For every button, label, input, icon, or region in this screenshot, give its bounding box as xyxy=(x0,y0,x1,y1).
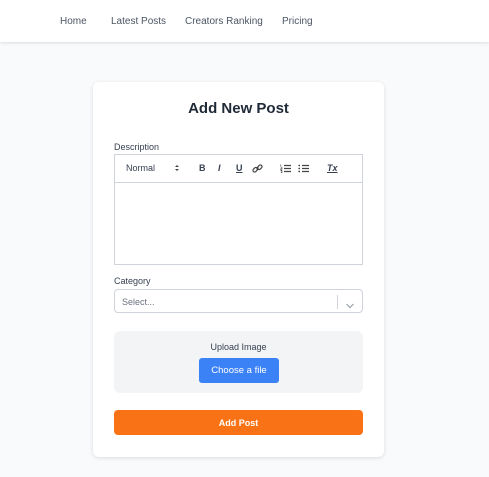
heading-select-value: Normal xyxy=(126,163,156,173)
heading-select[interactable]: Normal xyxy=(126,163,155,173)
upload-image-section: Upload Image Choose a file xyxy=(114,331,363,393)
link-icon xyxy=(252,164,263,173)
heading-select-arrows-icon xyxy=(174,163,180,173)
editor-toolbar: Normal B I U Tx xyxy=(115,155,362,183)
category-select[interactable]: Select... xyxy=(114,289,363,313)
nav-link-latest-posts[interactable]: Latest Posts xyxy=(111,16,166,27)
choose-file-button[interactable]: Choose a file xyxy=(199,358,279,383)
add-post-card xyxy=(93,82,384,457)
clear-format-icon: Tx xyxy=(327,163,338,173)
select-separator xyxy=(337,295,338,309)
description-textarea[interactable] xyxy=(115,183,362,265)
category-select-placeholder: Select... xyxy=(122,297,155,307)
upload-image-label: Upload Image xyxy=(210,342,267,352)
nav-link-pricing[interactable]: Pricing xyxy=(282,16,313,27)
category-label: Category xyxy=(114,276,151,286)
description-label: Description xyxy=(114,142,160,152)
underline-button[interactable]: U xyxy=(236,163,243,173)
ordered-list-icon xyxy=(280,164,291,173)
underline-icon: U xyxy=(236,163,243,173)
bold-button[interactable]: B xyxy=(199,163,206,173)
nav-link-creators-ranking[interactable]: Creators Ranking xyxy=(185,16,263,27)
italic-icon: I xyxy=(218,163,221,173)
chevron-down-icon[interactable] xyxy=(345,297,355,315)
link-button[interactable] xyxy=(252,163,263,174)
bullet-list-button[interactable] xyxy=(298,164,309,173)
description-editor: Normal B I U Tx xyxy=(114,154,363,265)
add-post-button[interactable]: Add Post xyxy=(114,410,363,435)
ordered-list-button[interactable] xyxy=(280,164,291,173)
clear-format-button[interactable]: Tx xyxy=(327,163,338,173)
bold-icon: B xyxy=(199,163,206,173)
bullet-list-icon xyxy=(298,164,309,173)
top-navigation: Home Latest Posts Creators Ranking Prici… xyxy=(0,0,489,42)
italic-button[interactable]: I xyxy=(218,163,221,173)
page-title: Add New Post xyxy=(188,100,289,117)
nav-link-home[interactable]: Home xyxy=(60,16,87,27)
